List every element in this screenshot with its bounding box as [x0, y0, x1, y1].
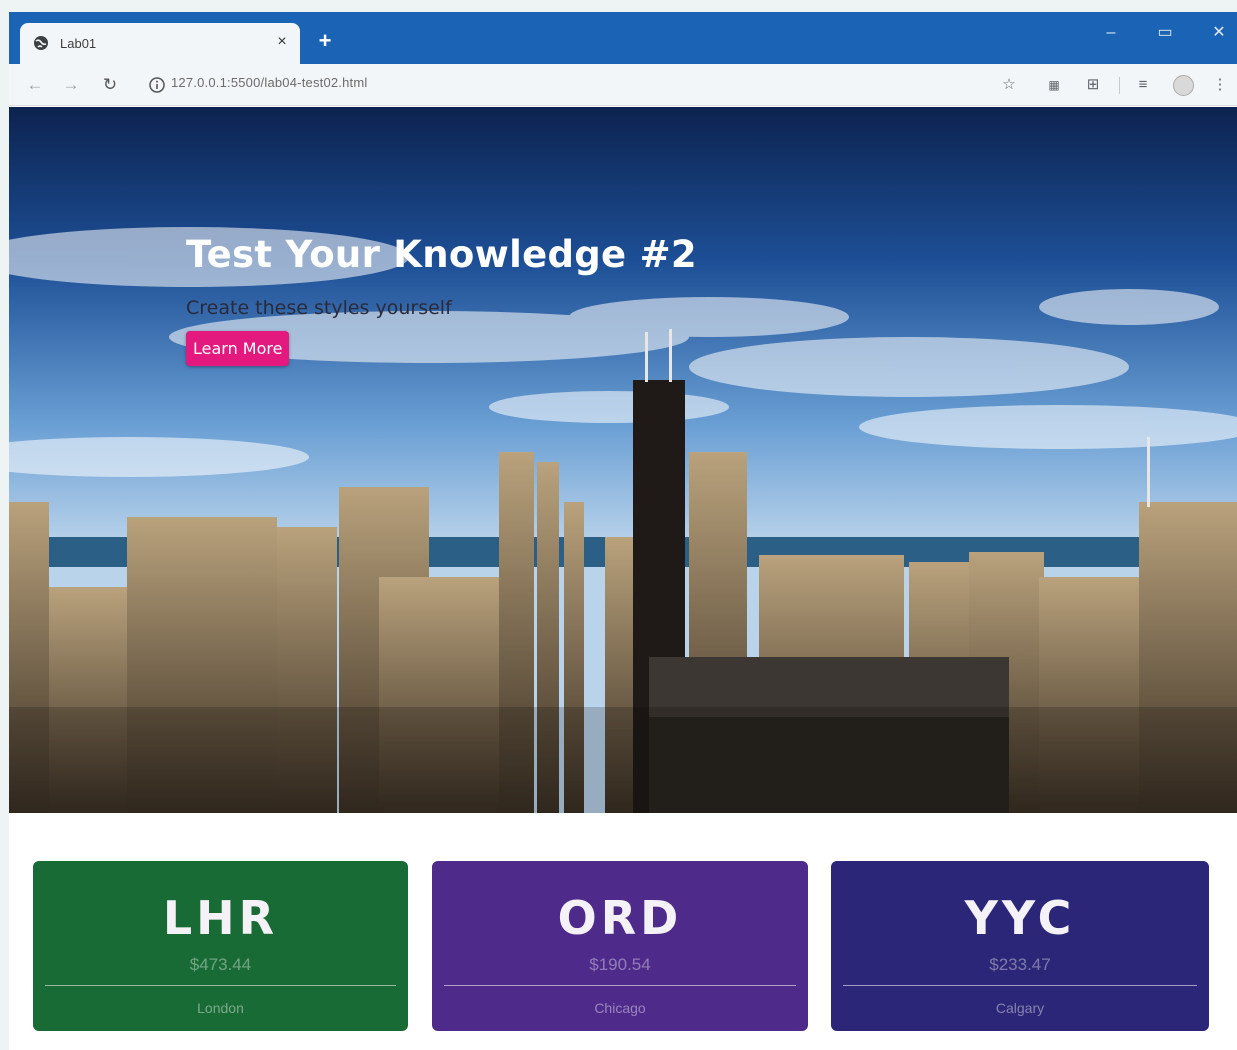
city-skyline-image	[9, 107, 1237, 813]
city-name: London	[197, 1000, 244, 1016]
forward-icon[interactable]: →	[59, 73, 83, 97]
fare-price: $233.47	[989, 955, 1051, 974]
back-icon[interactable]: ←	[23, 73, 47, 97]
hero-section: Test Your Knowledge #2 Create these styl…	[9, 107, 1237, 813]
globe-icon	[34, 36, 48, 50]
reading-list-icon[interactable]: ≡	[1133, 75, 1153, 95]
card-divider	[45, 985, 396, 986]
extension-icon[interactable]: ▦	[1044, 75, 1064, 95]
fare-price: $190.54	[589, 955, 651, 974]
fare-price: $473.44	[189, 955, 252, 974]
airport-card-ord[interactable]: ORD $190.54 Chicago	[432, 861, 808, 1031]
airport-code: YYC	[964, 891, 1076, 945]
star-icon[interactable]: ☆	[999, 75, 1019, 95]
info-icon[interactable]	[148, 76, 166, 94]
airport-code: LHR	[162, 891, 279, 945]
airport-card-lhr[interactable]: LHR $473.44 London	[33, 861, 408, 1031]
tab-strip: Lab01 × + – ▭ ✕	[9, 12, 1237, 64]
browser-window: Lab01 × + – ▭ ✕ ← → ↻ 127.0.0.1:5500/lab…	[9, 12, 1237, 1050]
reload-icon[interactable]: ↻	[98, 73, 122, 97]
card-divider	[843, 985, 1197, 986]
grid-icon[interactable]: ⊞	[1083, 75, 1103, 95]
browser-tab[interactable]: Lab01 ×	[20, 23, 300, 64]
more-icon[interactable]: ⋮	[1210, 75, 1230, 95]
plus-icon[interactable]: +	[314, 30, 336, 53]
city-name: Chicago	[594, 1000, 646, 1016]
hero-title: Test Your Knowledge #2	[186, 233, 697, 276]
hero-subtitle: Create these styles yourself	[186, 297, 452, 319]
toolbar-divider	[1119, 77, 1120, 94]
tab-title: Lab01	[60, 36, 97, 51]
address-bar[interactable]: 127.0.0.1:5500/lab04-test02.html	[171, 75, 367, 90]
window-close-icon[interactable]: ✕	[1206, 22, 1232, 44]
close-icon[interactable]: ×	[272, 32, 292, 52]
browser-toolbar: ← → ↻ 127.0.0.1:5500/lab04-test02.html ☆…	[9, 64, 1237, 106]
maximize-icon[interactable]: ▭	[1152, 22, 1178, 44]
minimize-icon[interactable]: –	[1098, 22, 1124, 44]
airport-card-yyc[interactable]: YYC $233.47 Calgary	[831, 861, 1209, 1031]
profile-icon[interactable]	[1173, 75, 1194, 96]
airport-code: ORD	[557, 891, 683, 945]
learn-more-button[interactable]: Learn More	[186, 331, 290, 366]
city-name: Calgary	[995, 1000, 1045, 1016]
card-divider	[444, 985, 796, 986]
